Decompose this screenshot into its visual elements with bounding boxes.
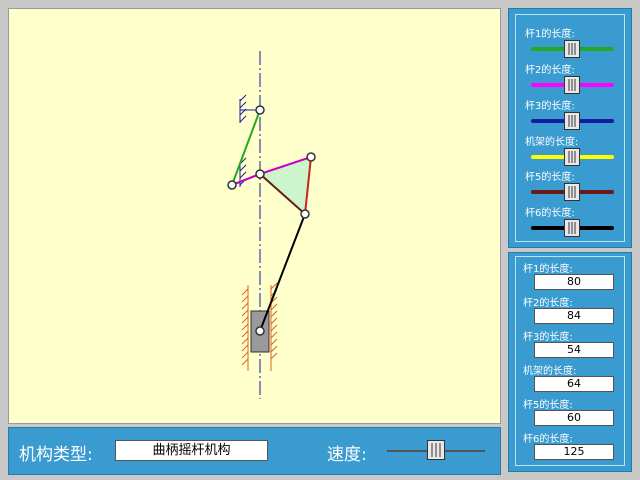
value-field-link6[interactable]: 125 (534, 444, 614, 460)
mechanism-type-select[interactable]: 曲柄摇杆机构 (115, 440, 268, 461)
joint-slider (255, 326, 265, 336)
slider-label-link2: 杆2的长度: (525, 65, 575, 76)
link-6 (259, 213, 306, 332)
value-label-link6: 杆6的长度: (523, 434, 573, 445)
joint-crank-end (227, 180, 237, 190)
slider-label-link3: 杆3的长度: (525, 101, 575, 112)
value-field-link1[interactable]: 80 (534, 274, 614, 290)
length-slider-panel: 杆1的长度: 杆2的长度: 杆3的长度: 机架的长度: 杆5的长度: 杆6的长度… (508, 8, 632, 248)
slider-label-frame: 机架的长度: (525, 137, 579, 148)
speed-label: 速度: (327, 445, 367, 465)
bottom-control-bar: 机构类型: 曲柄摇杆机构 速度: (8, 427, 501, 475)
value-label-link3: 杆3的长度: (523, 332, 573, 343)
slider-label-link1: 杆1的长度: (525, 29, 575, 40)
slider-thumb-link1[interactable] (564, 40, 580, 58)
mechanism-canvas (8, 8, 501, 424)
length-slider-panel-frame: 杆1的长度: 杆2的长度: 杆3的长度: 机架的长度: 杆5的长度: 杆6的长度… (515, 14, 625, 242)
slider-thumb-frame[interactable] (564, 148, 580, 166)
value-field-link5[interactable]: 60 (534, 410, 614, 426)
value-label-link5: 杆5的长度: (523, 400, 573, 411)
mechanism-type-label: 机构类型: (19, 445, 93, 465)
slider-thumb-link6[interactable] (564, 219, 580, 237)
length-value-panel: 杆1的长度: 80 杆2的长度: 84 杆3的长度: 54 机架的长度: 64 … (508, 252, 632, 472)
value-label-link2: 杆2的长度: (523, 298, 573, 309)
slider-label-link6: 杆6的长度: (525, 208, 575, 219)
mechanism-drawing (227, 51, 316, 399)
value-label-link1: 杆1的长度: (523, 264, 573, 275)
joint-pivot-top (255, 105, 265, 115)
slider-guide-left (241, 285, 249, 371)
joint-coupler-top (306, 152, 316, 162)
joint-coupler-bottom (300, 209, 310, 219)
joint-pivot-middle (255, 169, 265, 179)
value-field-link2[interactable]: 84 (534, 308, 614, 324)
value-field-frame[interactable]: 64 (534, 376, 614, 392)
length-value-panel-frame: 杆1的长度: 80 杆2的长度: 84 杆3的长度: 54 机架的长度: 64 … (515, 256, 625, 466)
speed-slider-thumb[interactable] (427, 440, 445, 460)
value-label-frame: 机架的长度: (523, 366, 577, 377)
value-field-link3[interactable]: 54 (534, 342, 614, 358)
slider-thumb-link5[interactable] (564, 183, 580, 201)
slider-thumb-link3[interactable] (564, 112, 580, 130)
slider-thumb-link2[interactable] (564, 76, 580, 94)
slider-label-link5: 杆5的长度: (525, 172, 575, 183)
